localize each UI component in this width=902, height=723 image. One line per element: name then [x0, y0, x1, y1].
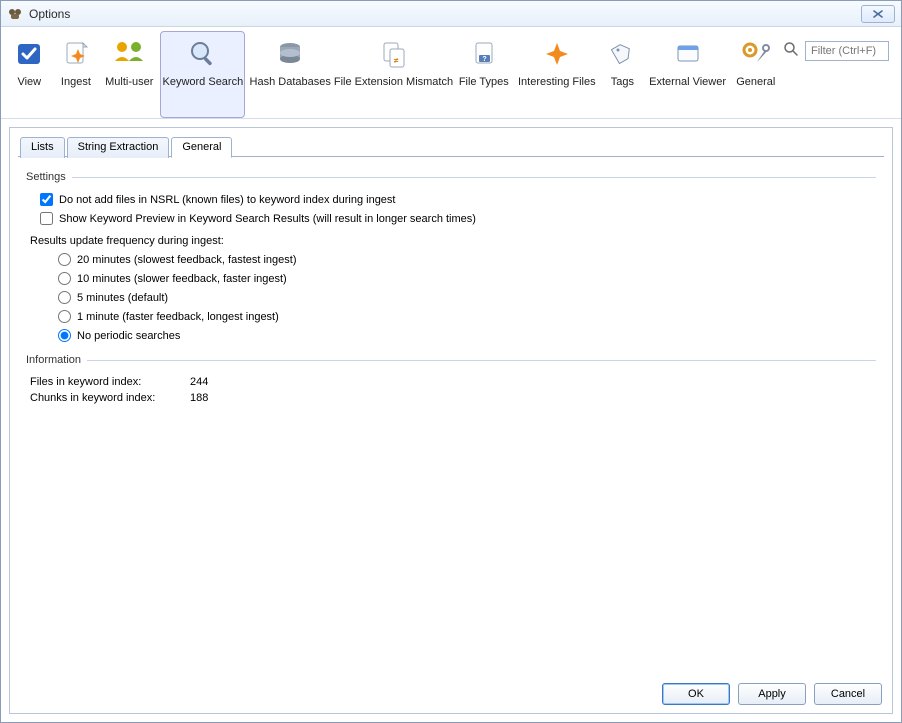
- ingest-icon: [60, 38, 92, 70]
- toolbar-label: File Extension Mismatch: [334, 76, 453, 88]
- info-chunks-row: Chunks in keyword index: 188: [30, 392, 876, 404]
- toolbar-item-ingest[interactable]: Ingest: [54, 31, 99, 118]
- tab-string-extraction[interactable]: String Extraction: [67, 137, 170, 158]
- toolbar-item-keyword-search[interactable]: Keyword Search: [160, 31, 245, 118]
- ok-button[interactable]: OK: [662, 683, 730, 705]
- radio-1min-label: 1 minute (faster feedback, longest inges…: [77, 311, 279, 323]
- toolbar-label: Ingest: [61, 76, 91, 88]
- freq-radio-group: 20 minutes (slowest feedback, fastest in…: [44, 253, 876, 342]
- database-icon: [274, 38, 306, 70]
- interesting-files-icon: [541, 38, 573, 70]
- content-panel: Lists String Extraction General Settings…: [9, 127, 893, 714]
- radio-20min[interactable]: [58, 253, 71, 266]
- svg-text:?: ?: [482, 56, 486, 63]
- radio-10min[interactable]: [58, 272, 71, 285]
- svg-text:≠: ≠: [394, 56, 399, 65]
- radio-none[interactable]: [58, 329, 71, 342]
- toolbar-item-tags[interactable]: Tags: [600, 31, 645, 118]
- toolbar-item-file-extension-mismatch[interactable]: ≠ File Extension Mismatch: [335, 31, 452, 118]
- toolbar-label: File Types: [459, 76, 509, 88]
- info-files-row: Files in keyword index: 244: [30, 376, 876, 388]
- radio-5min-row[interactable]: 5 minutes (default): [58, 291, 876, 304]
- filter-area: [783, 31, 895, 118]
- settings-legend: Settings: [26, 171, 72, 183]
- sub-tabs: Lists String Extraction General: [20, 136, 892, 157]
- checkbox-nsrl-label: Do not add files in NSRL (known files) t…: [59, 194, 395, 206]
- checkbox-nsrl-row[interactable]: Do not add files in NSRL (known files) t…: [40, 193, 876, 206]
- apply-button[interactable]: Apply: [738, 683, 806, 705]
- close-icon: [872, 9, 884, 19]
- information-section: Information: [26, 354, 876, 366]
- toolbar-label: Multi-user: [105, 76, 153, 88]
- external-viewer-icon: [672, 38, 704, 70]
- dialog-buttons: OK Apply Cancel: [662, 683, 882, 705]
- radio-20min-label: 20 minutes (slowest feedback, fastest in…: [77, 254, 297, 266]
- toolbar-label: View: [17, 76, 41, 88]
- checkbox-nsrl[interactable]: [40, 193, 53, 206]
- tab-panel-general: Settings Do not add files in NSRL (known…: [18, 156, 884, 704]
- file-ext-mismatch-icon: ≠: [378, 38, 410, 70]
- checkbox-preview[interactable]: [40, 212, 53, 225]
- radio-5min-label: 5 minutes (default): [77, 292, 168, 304]
- toolbar-label: Tags: [611, 76, 634, 88]
- radio-20min-row[interactable]: 20 minutes (slowest feedback, fastest in…: [58, 253, 876, 266]
- tags-icon: [606, 38, 638, 70]
- toolbar-item-view[interactable]: View: [7, 31, 52, 118]
- radio-10min-row[interactable]: 10 minutes (slower feedback, faster inge…: [58, 272, 876, 285]
- radio-5min[interactable]: [58, 291, 71, 304]
- toolbar-item-multi-user[interactable]: Multi-user: [100, 31, 158, 118]
- toolbar-item-hash-databases[interactable]: Hash Databases: [247, 31, 333, 118]
- view-icon: [13, 38, 45, 70]
- info-files-value: 244: [190, 376, 250, 388]
- general-settings-icon: [740, 38, 772, 70]
- info-chunks-label: Chunks in keyword index:: [30, 392, 190, 404]
- search-icon: [783, 41, 799, 60]
- info-files-label: Files in keyword index:: [30, 376, 190, 388]
- cancel-button[interactable]: Cancel: [814, 683, 882, 705]
- radio-none-label: No periodic searches: [77, 330, 180, 342]
- toolbar-label: External Viewer: [649, 76, 726, 88]
- info-chunks-value: 188: [190, 392, 250, 404]
- toolbar-label: Keyword Search: [163, 76, 244, 88]
- checkbox-preview-label: Show Keyword Preview in Keyword Search R…: [59, 213, 476, 225]
- toolbar-item-general[interactable]: General: [731, 31, 782, 118]
- checkbox-preview-row[interactable]: Show Keyword Preview in Keyword Search R…: [40, 212, 876, 225]
- toolbar-label: General: [736, 76, 775, 88]
- toolbar-item-interesting-files[interactable]: Interesting Files: [516, 31, 599, 118]
- toolbar-item-file-types[interactable]: ? File Types: [454, 31, 514, 118]
- app-icon: [7, 6, 23, 22]
- toolbar-label: Interesting Files: [518, 76, 596, 88]
- tab-general[interactable]: General: [171, 137, 232, 158]
- radio-10min-label: 10 minutes (slower feedback, faster inge…: [77, 273, 287, 285]
- title-bar: Options: [1, 1, 901, 27]
- radio-1min[interactable]: [58, 310, 71, 323]
- close-button[interactable]: [861, 5, 895, 23]
- multi-user-icon: [113, 38, 145, 70]
- toolbar-label: Hash Databases: [250, 76, 331, 88]
- search-icon: [187, 38, 219, 70]
- options-window: Options View: [0, 0, 902, 723]
- filter-input[interactable]: [805, 41, 889, 61]
- toolbar-item-external-viewer[interactable]: External Viewer: [647, 31, 729, 118]
- freq-heading: Results update frequency during ingest:: [30, 235, 876, 247]
- window-title: Options: [29, 7, 70, 21]
- tab-lists[interactable]: Lists: [20, 137, 65, 158]
- radio-none-row[interactable]: No periodic searches: [58, 329, 876, 342]
- radio-1min-row[interactable]: 1 minute (faster feedback, longest inges…: [58, 310, 876, 323]
- main-toolbar: View Ingest Multi-user: [1, 27, 901, 119]
- file-types-icon: ?: [468, 38, 500, 70]
- information-legend: Information: [26, 354, 87, 366]
- settings-section: Settings: [26, 171, 876, 183]
